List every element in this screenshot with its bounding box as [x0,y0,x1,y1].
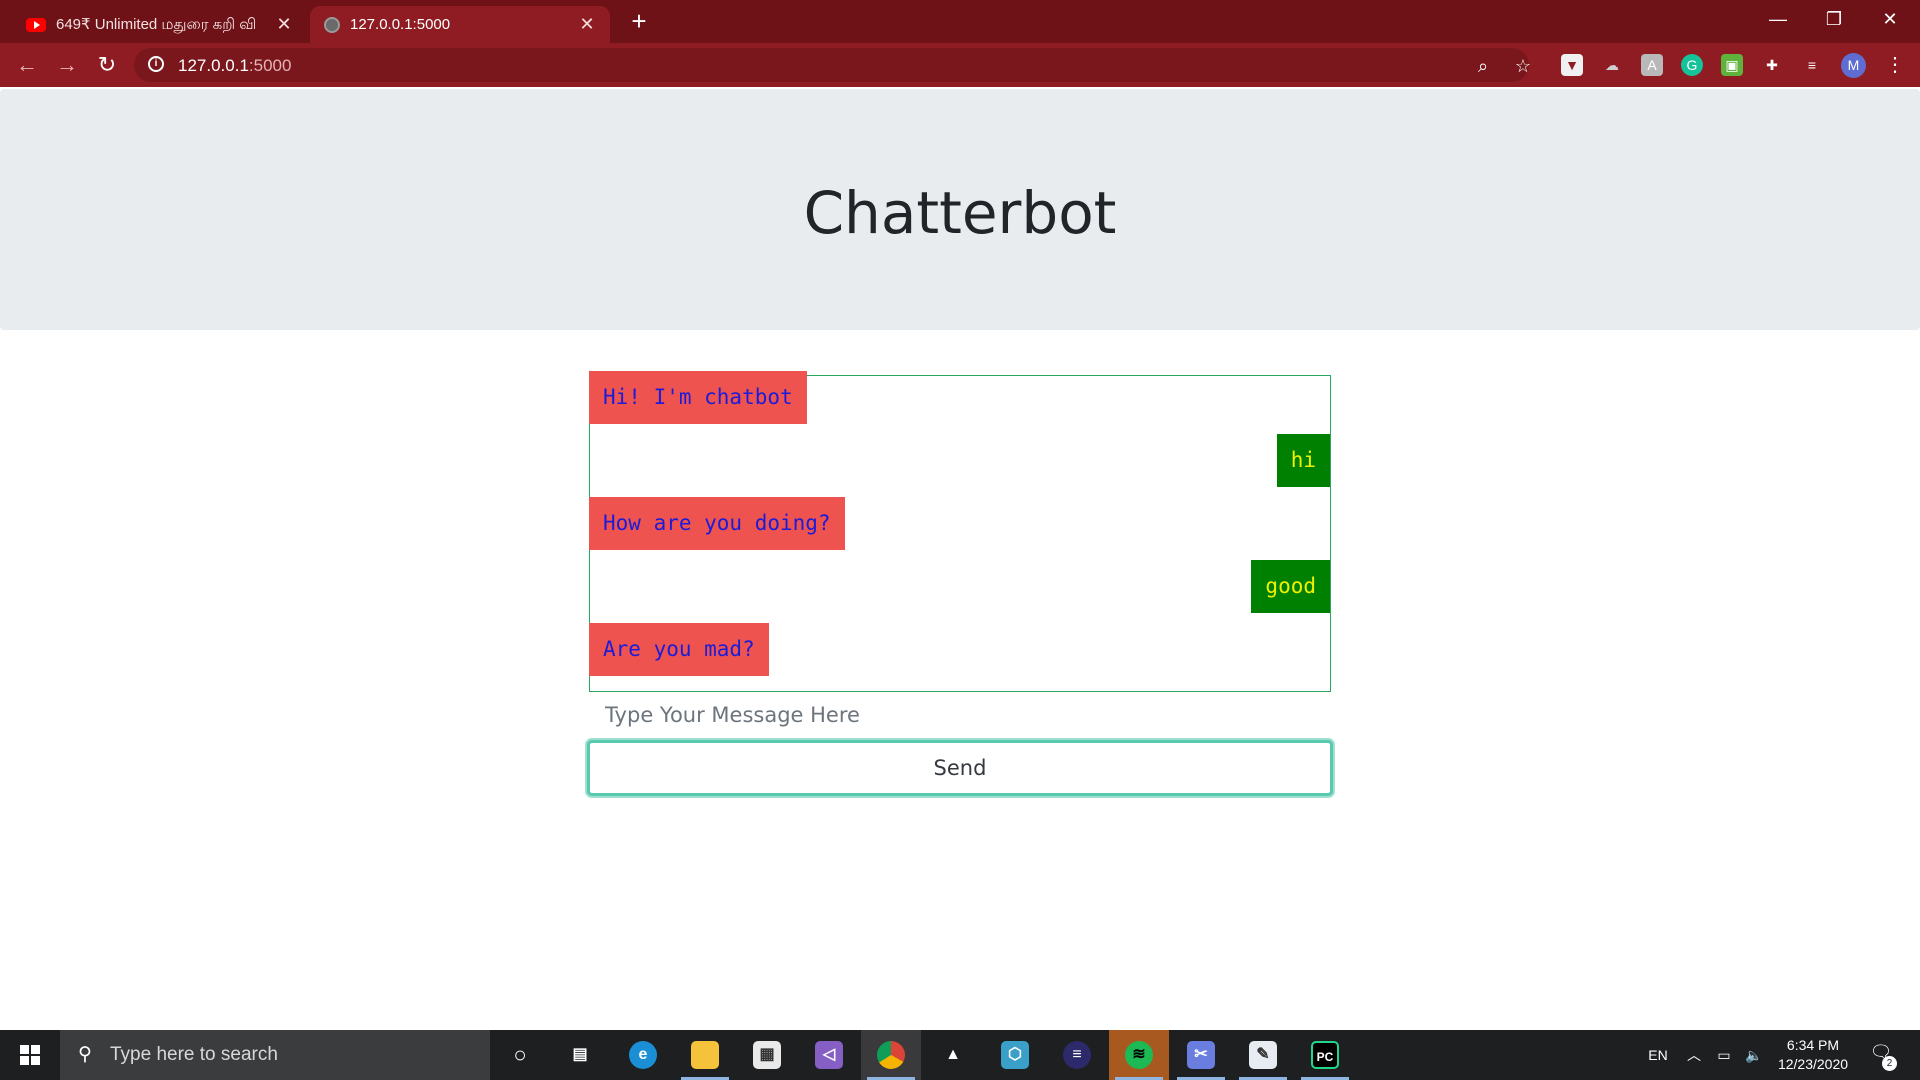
bot-message: Are you mad? [589,623,769,676]
spotify-icon: ≋ [1125,1041,1153,1069]
store-app[interactable]: ▦ [737,1030,797,1080]
chat-box: Hi! I'm chatbot hi How are you doing? go… [589,371,1331,692]
address-bar[interactable]: i 127.0.0.1:5000 ⌕ ☆ [134,48,1531,82]
battery-icon[interactable]: ▭ [1710,1030,1738,1080]
tab-title: 127.0.0.1:5000 [350,16,451,33]
eclipse-icon: ≡ [1063,1041,1091,1069]
chrome-app[interactable] [861,1030,921,1080]
virtualbox-app[interactable]: ⬡ [985,1030,1045,1080]
browser-toolbar: ← → ↻ i 127.0.0.1:5000 ⌕ ☆ ▼ ☁ A G ▣ ✚ ≡… [0,43,1920,87]
tab-title: 649₹ Unlimited மதுரை கறி வி [56,15,257,33]
cortana-icon: ○ [513,1042,527,1067]
back-icon[interactable]: ← [13,51,41,79]
pycharm-icon: PC [1311,1041,1339,1069]
reload-icon[interactable]: ↻ [93,51,121,79]
message-input-row [589,696,1331,734]
site-info-icon[interactable]: i [148,56,164,72]
inkscape-app[interactable]: ▲ [923,1030,983,1080]
spotify-app[interactable]: ≋ [1109,1030,1169,1080]
store-icon: ▦ [753,1041,781,1069]
cortana-button[interactable]: ○ [490,1030,550,1080]
windows-logo-icon [31,1056,40,1065]
chrome-icon [877,1041,905,1069]
url-port: :5000 [248,56,292,75]
zoom-icon[interactable]: ⌕ [1472,55,1494,77]
language-indicator[interactable]: EN [1640,1030,1676,1080]
forward-icon[interactable]: → [53,51,81,79]
new-tab-button[interactable]: + [624,6,654,36]
bot-message: How are you doing? [589,497,845,550]
clock-time: 6:34 PM [1786,1037,1840,1053]
globe-icon [324,16,340,33]
profile-avatar[interactable]: M [1841,53,1866,78]
eclipse-app[interactable]: ≡ [1047,1030,1107,1080]
pycharm-app[interactable]: PC [1295,1030,1355,1080]
close-tab-icon[interactable]: ✕ [578,14,596,35]
taskbar-search[interactable]: ⚲ Type here to search [60,1030,490,1080]
user-message: good [1251,560,1330,613]
user-message: hi [1276,434,1330,487]
tab-youtube[interactable]: 649₹ Unlimited மதுரை கறி வி ✕ [12,6,307,43]
message-input[interactable] [589,696,1331,734]
task-view-icon: ▤ [572,1046,588,1063]
windows-logo-icon [20,1045,29,1054]
restore-icon[interactable]: ❐ [1806,0,1862,38]
close-window-icon[interactable]: ✕ [1862,0,1918,38]
snip-icon: ✂ [1187,1041,1215,1069]
visual-studio-icon: ◁ [815,1041,843,1069]
edge-icon: e [629,1041,657,1069]
snip-app[interactable]: ✂ [1171,1030,1231,1080]
windows-logo-icon [20,1056,29,1065]
page-title: Chatterbot [803,179,1117,247]
search-icon: ⚲ [78,1044,92,1065]
tab-localhost[interactable]: 127.0.0.1:5000 ✕ [310,6,610,43]
notepad-app[interactable]: ✎ [1233,1030,1293,1080]
green-extension-icon[interactable]: ▣ [1721,54,1743,76]
show-hidden-icons-icon[interactable]: ︿ [1680,1030,1708,1080]
bot-message: Hi! I'm chatbot [589,371,807,424]
extensions-puzzle-icon[interactable]: ✚ [1761,54,1783,76]
address-url[interactable]: 127.0.0.1:5000 [178,56,291,76]
translate-extension-icon[interactable]: A [1641,54,1663,76]
youtube-icon [26,17,46,32]
cloud-extension-icon[interactable]: ☁ [1601,54,1623,76]
file-explorer-icon [691,1041,719,1069]
volume-icon[interactable]: 🔈 [1740,1030,1768,1080]
pocket-extension-icon[interactable]: ▼ [1561,54,1583,76]
virtualbox-icon: ⬡ [1001,1041,1029,1069]
send-button[interactable]: Send [587,740,1333,796]
bookmark-star-icon[interactable]: ☆ [1512,55,1534,77]
notification-count: 2 [1882,1056,1897,1071]
search-placeholder: Type here to search [110,1044,278,1065]
browser-tab-bar: 649₹ Unlimited மதுரை கறி வி ✕ 127.0.0.1:… [0,0,1920,43]
web-page: Chatterbot Hi! I'm chatbot hi How are yo… [0,87,1920,1030]
edge-app[interactable]: e [613,1030,673,1080]
inkscape-icon: ▲ [945,1046,961,1063]
windows-taskbar: ⚲ Type here to search ○ ▤ e ▦ ◁ ▲ ⬡ ≡ ≋ … [0,1030,1920,1080]
minimize-icon[interactable]: — [1750,0,1806,38]
task-view-button[interactable]: ▤ [550,1030,610,1080]
visual-studio-app[interactable]: ◁ [799,1030,859,1080]
media-control-icon[interactable]: ≡ [1801,54,1823,76]
file-explorer-app[interactable] [675,1030,735,1080]
clock-date: 12/23/2020 [1777,1056,1849,1072]
close-tab-icon[interactable]: ✕ [275,14,293,35]
url-host: 127.0.0.1 [178,56,249,75]
header-jumbotron: Chatterbot [0,89,1920,330]
action-center-button[interactable]: 🗨 2 [1868,1042,1897,1071]
start-button[interactable] [0,1030,60,1080]
windows-logo-icon [31,1045,40,1054]
browser-menu-icon[interactable]: ⋮ [1885,53,1905,77]
taskbar-clock[interactable]: 6:34 PM 12/23/2020 [1770,1036,1856,1074]
grammarly-extension-icon[interactable]: G [1681,54,1703,76]
notepad-icon: ✎ [1249,1041,1277,1069]
